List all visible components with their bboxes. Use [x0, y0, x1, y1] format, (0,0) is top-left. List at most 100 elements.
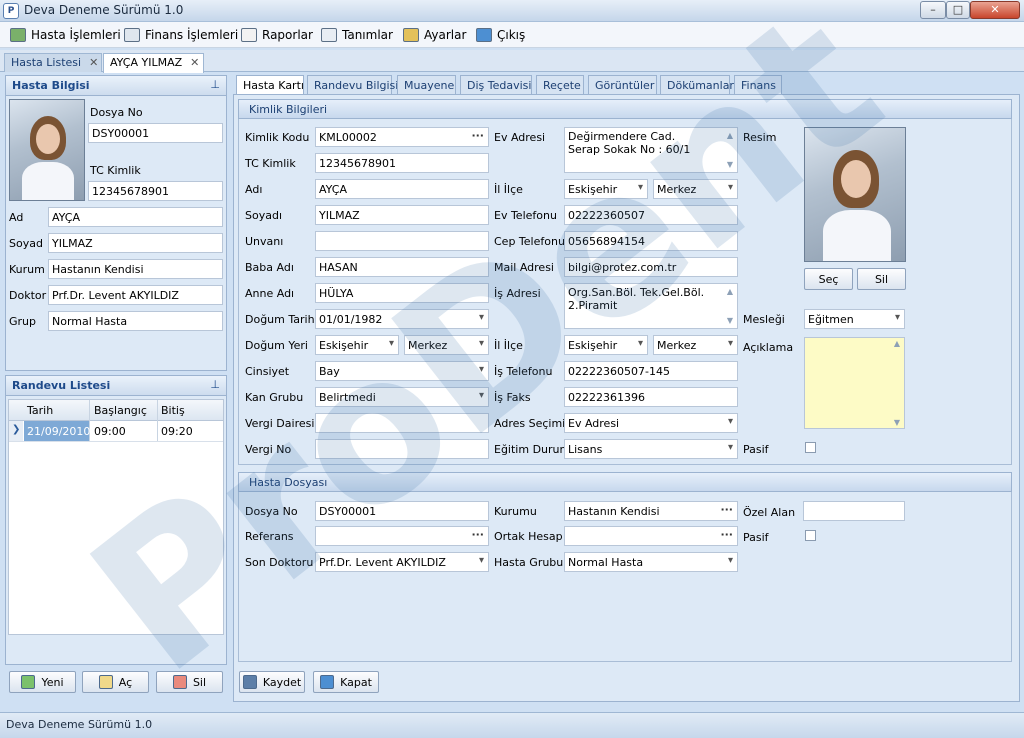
dosya-pasif-checkbox[interactable] — [805, 530, 816, 541]
unvani-input[interactable] — [315, 231, 489, 251]
tab-patient[interactable]: AYÇA YILMAZ ✕ — [103, 53, 204, 73]
tab-goruntuler[interactable]: Görüntüler — [588, 75, 657, 94]
menu-raporlar[interactable]: Raporlar — [241, 26, 313, 44]
tab-label: AYÇA YILMAZ — [110, 56, 183, 69]
status-text: Deva Deneme Sürümü 1.0 — [6, 718, 153, 731]
tc-kimlik-input[interactable]: 12345678901 — [315, 153, 489, 173]
minimize-icon[interactable]: – — [920, 1, 946, 19]
tab-dis-tedavisi[interactable]: Diş Tedavisi — [460, 75, 532, 94]
ozel-alan-input[interactable] — [803, 501, 905, 521]
tc-kimlik-field[interactable]: 12345678901 — [88, 181, 223, 201]
dogum-tarihi-picker[interactable]: 01/01/1982 — [315, 309, 489, 329]
tab-muayene[interactable]: Muayene — [397, 75, 456, 94]
delete-appointment-button[interactable]: Sil — [156, 671, 223, 693]
save-button[interactable]: Kaydet — [239, 671, 305, 693]
dogum-il-select[interactable]: Eskişehir — [315, 335, 399, 355]
menu-hasta-islemleri[interactable]: Hasta İşlemleri — [10, 26, 121, 44]
is-telefonu-input[interactable]: 02222360507-145 — [564, 361, 738, 381]
close-tab-icon[interactable]: ✕ — [89, 56, 98, 69]
menu-finans-islemleri[interactable]: Finans İşlemleri — [124, 26, 238, 44]
select-photo-button[interactable]: Seç — [804, 268, 853, 290]
menu-ayarlar[interactable]: Ayarlar — [403, 26, 466, 44]
vergi-no-input[interactable] — [315, 439, 489, 459]
dosya-no-input[interactable]: DSY00001 — [315, 501, 489, 521]
egitim-durumu-select[interactable]: Lisans — [564, 439, 738, 459]
anne-adi-label: Anne Adı — [245, 287, 295, 300]
il-select[interactable]: Eskişehir — [564, 179, 648, 199]
tab-finans[interactable]: Finans — [734, 75, 782, 94]
close-tab-icon[interactable]: ✕ — [190, 56, 199, 69]
col-tarih[interactable]: Tarih — [27, 404, 53, 417]
close-icon[interactable]: ✕ — [970, 1, 1020, 19]
son-doktoru-select[interactable]: Prf.Dr. Levent AKYILDIZ — [315, 552, 489, 572]
anne-adi-input[interactable]: HÜLYA — [315, 283, 489, 303]
hasta-grubu-select[interactable]: Normal Hasta — [564, 552, 738, 572]
baba-adi-input[interactable]: HASAN — [315, 257, 489, 277]
ilce-select[interactable]: Merkez — [653, 179, 738, 199]
close-button[interactable]: Kapat — [313, 671, 379, 693]
cinsiyet-select[interactable]: Bay — [315, 361, 489, 381]
window-title: Deva Deneme Sürümü 1.0 — [24, 3, 184, 17]
tab-dokumanlar[interactable]: Dökümanlar — [660, 75, 734, 94]
cep-telefonu-input[interactable]: 05656894154 — [564, 231, 738, 251]
doktor-field[interactable]: Prf.Dr. Levent AKYILDIZ — [48, 285, 223, 305]
is-faks-input[interactable]: 02222361396 — [564, 387, 738, 407]
tab-randevu-bilgisi[interactable]: Randevu Bilgisi — [307, 75, 398, 94]
is-adresi-textarea[interactable]: Org.San.Böl. Tek.Gel.Böl. 2.Piramit ▲ ▼ — [564, 283, 738, 329]
panel-title: Hasta Bilgisi ⊥ — [6, 76, 226, 96]
col-baslangic[interactable]: Başlangıç — [94, 404, 147, 417]
tab-hasta-karti[interactable]: Hasta Kartı — [236, 75, 304, 95]
referans-field[interactable] — [315, 526, 489, 546]
kurum-field[interactable]: Hastanın Kendisi — [48, 259, 223, 279]
soyad-label: Soyad — [9, 237, 43, 250]
adres-secimi-select[interactable]: Ev Adresi — [564, 413, 738, 433]
scroll-up-icon[interactable]: ▲ — [894, 339, 900, 348]
open-appointment-button[interactable]: Aç — [82, 671, 149, 693]
ad-field[interactable]: AYÇA — [48, 207, 223, 227]
tab-hasta-listesi[interactable]: Hasta Listesi ✕ — [4, 53, 102, 72]
soyadi-input[interactable]: YILMAZ — [315, 205, 489, 225]
col-bitis[interactable]: Bitiş — [161, 404, 185, 417]
dosya-no-field[interactable]: DSY00001 — [88, 123, 223, 143]
scroll-down-icon[interactable]: ▼ — [727, 158, 733, 171]
dogum-ilce-select[interactable]: Merkez — [404, 335, 489, 355]
vergi-dairesi-input[interactable] — [315, 413, 489, 433]
menu-label: Raporlar — [262, 28, 313, 42]
resim-label: Resim — [743, 131, 777, 144]
menu-tanimlar[interactable]: Tanımlar — [321, 26, 393, 44]
scroll-down-icon[interactable]: ▼ — [894, 418, 900, 427]
settings-icon — [403, 28, 419, 42]
delete-photo-button[interactable]: Sil — [857, 268, 906, 290]
kimlik-kodu-field[interactable]: KML00002 — [315, 127, 489, 147]
menu-cikis[interactable]: Çıkış — [476, 26, 525, 44]
meslegi-select[interactable]: Eğitmen — [804, 309, 905, 329]
is-il-select[interactable]: Eskişehir — [564, 335, 648, 355]
ortak-hesap-field[interactable] — [564, 526, 738, 546]
new-appointment-button[interactable]: Yeni — [9, 671, 76, 693]
file-section-header: Hasta Dosyası — [238, 472, 1012, 492]
scroll-up-icon[interactable]: ▲ — [727, 129, 733, 142]
kan-grubu-select[interactable]: Belirtmedi — [315, 387, 489, 407]
pasif-checkbox[interactable] — [805, 442, 816, 453]
row-indicator-icon: ❯ — [9, 421, 23, 441]
grup-field[interactable]: Normal Hasta — [48, 311, 223, 331]
kurumu-field[interactable]: Hastanın Kendisi — [564, 501, 738, 521]
aciklama-textarea[interactable]: ▲ ▼ — [804, 337, 905, 429]
pin-icon[interactable]: ⊥ — [210, 78, 220, 91]
mail-adresi-input[interactable]: bilgi@protez.com.tr — [564, 257, 738, 277]
adi-input[interactable]: AYÇA — [315, 179, 489, 199]
menu-label: Ayarlar — [424, 28, 467, 42]
pin-icon[interactable]: ⊥ — [210, 378, 220, 391]
calculator-icon — [124, 28, 140, 42]
table-row[interactable]: ❯ 21/09/2010 09:00 09:20 — [9, 421, 223, 442]
ev-adresi-textarea[interactable]: Değirmendere Cad. Serap Sokak No : 60/1 … — [564, 127, 738, 173]
ev-telefonu-input[interactable]: 02222360507 — [564, 205, 738, 225]
soyadi-label: Soyadı — [245, 209, 283, 222]
maximize-icon[interactable]: □ — [946, 1, 970, 19]
tab-recete[interactable]: Reçete — [536, 75, 584, 94]
is-ilce-select[interactable]: Merkez — [653, 335, 738, 355]
soyad-field[interactable]: YILMAZ — [48, 233, 223, 253]
scroll-down-icon[interactable]: ▼ — [727, 314, 733, 327]
scroll-up-icon[interactable]: ▲ — [727, 285, 733, 298]
adres-secimi-label: Adres Seçimi — [494, 417, 566, 430]
